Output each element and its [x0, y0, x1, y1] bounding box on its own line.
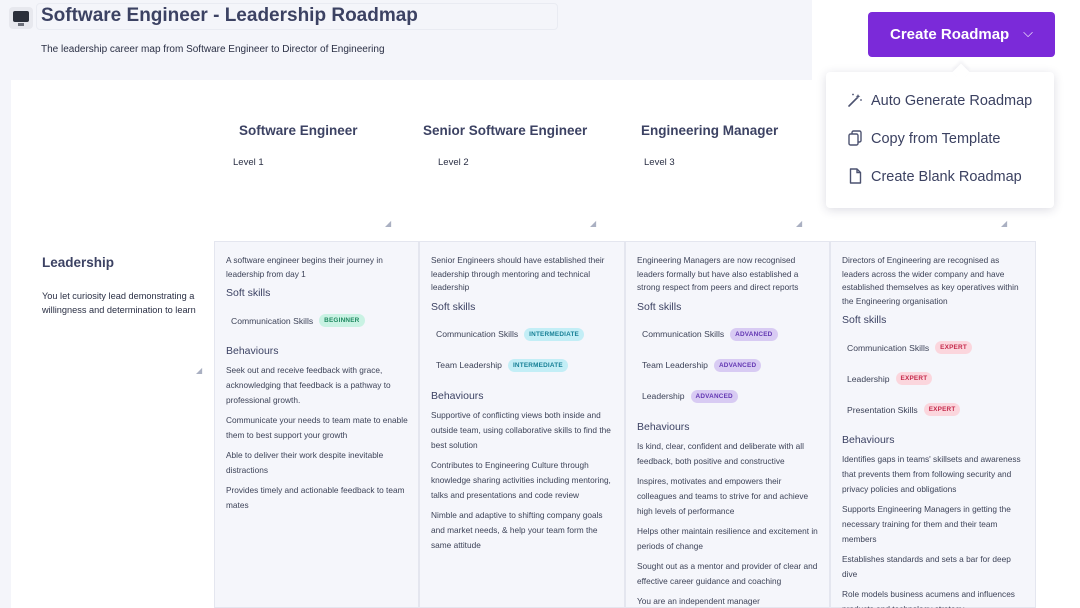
menu-item-label: Create Blank Roadmap — [871, 169, 1022, 185]
behaviour-item: Nimble and adaptive to shifting company … — [431, 509, 603, 550]
skill-level-badge: EXPERT — [935, 341, 972, 354]
column-title-3: Engineering Manager — [641, 123, 779, 138]
behaviour-item: Supports Engineering Managers in getting… — [842, 504, 1011, 544]
menu-item-auto-generate[interactable]: Auto Generate Roadmap — [826, 83, 1054, 119]
behaviours-heading: Behaviours — [637, 420, 690, 433]
roadmap-cell-3[interactable]: Engineering Managers are now recognised … — [625, 241, 830, 608]
skill-item: Communication Skills BEGINNER — [226, 305, 410, 336]
menu-item-create-blank[interactable]: Create Blank Roadmap — [826, 159, 1054, 195]
app-icon — [9, 7, 33, 29]
row-description[interactable]: You let curiosity lead demonstrating a w… — [42, 289, 212, 317]
column-level-2[interactable]: Level 2 — [438, 157, 469, 168]
soft-skills-heading: Soft skills — [431, 300, 476, 313]
behaviour-item: Communicate your needs to team mate to e… — [226, 415, 408, 440]
skill-item: Team Leadership ADVANCED — [637, 350, 821, 381]
behaviour-item: Supportive of conflicting views both ins… — [431, 409, 611, 450]
menu-item-copy-template[interactable]: Copy from Template — [826, 121, 1054, 157]
menu-item-label: Auto Generate Roadmap — [871, 93, 1033, 109]
resize-handle-icon[interactable]: ◢ — [590, 219, 596, 228]
column-level-3[interactable]: Level 3 — [644, 157, 675, 168]
skill-item: Presentation Skills EXPERT — [842, 394, 1027, 425]
skill-item: Leadership ADVANCED — [637, 381, 821, 412]
skill-name: Team Leadership — [642, 360, 708, 370]
column-title-2: Senior Software Engineer — [423, 123, 588, 138]
skill-item: Communication Skills INTERMEDIATE — [431, 319, 616, 350]
create-roadmap-menu: Auto Generate Roadmap Copy from Template… — [826, 72, 1054, 208]
resize-handle-icon[interactable]: ◢ — [196, 366, 202, 375]
skill-item: Team Leadership INTERMEDIATE — [431, 350, 616, 381]
cell-intro: Engineering Managers are now recognised … — [637, 255, 799, 292]
behaviour-item: Role models business acumens and influen… — [842, 589, 1015, 608]
roadmap-cell-4[interactable]: Directors of Engineering are recognised … — [830, 241, 1036, 608]
behaviour-item: Establishes standards and sets a bar for… — [842, 554, 1011, 579]
copy-icon — [845, 129, 865, 149]
skill-item: Communication Skills ADVANCED — [637, 319, 821, 350]
column-title-1: Software Engineer — [239, 123, 358, 138]
behaviour-item: Is kind, clear, confident and deliberate… — [637, 440, 804, 466]
page-subtitle: The leadership career map from Software … — [41, 44, 385, 55]
skill-item: Communication Skills EXPERT — [842, 332, 1027, 363]
behaviour-item: Provides timely and actionable feedback … — [226, 485, 405, 510]
skill-name: Leadership — [847, 373, 890, 384]
behaviours-heading: Behaviours — [431, 389, 484, 402]
skill-name: Communication Skills — [847, 342, 930, 353]
skill-level-badge: ADVANCED — [713, 358, 762, 372]
cell-intro: Directors of Engineering are recognised … — [842, 255, 1019, 306]
skill-name: Leadership — [642, 391, 685, 401]
skill-name: Team Leadership — [436, 360, 502, 370]
magic-wand-icon — [845, 92, 865, 111]
soft-skills-heading: Soft skills — [842, 314, 887, 326]
skill-level-badge: BEGINNER — [319, 314, 365, 327]
resize-handle-icon[interactable]: ◢ — [1001, 219, 1007, 228]
soft-skills-heading: Soft skills — [226, 287, 271, 299]
column-level-1[interactable]: Level 1 — [233, 157, 264, 168]
monitor-stand — [18, 23, 24, 26]
row-title: Leadership — [42, 255, 115, 270]
create-roadmap-label: Create Roadmap — [890, 26, 1010, 43]
skill-name: Communication Skills — [642, 329, 725, 339]
skill-level-badge: ADVANCED — [730, 327, 778, 341]
resize-handle-icon[interactable]: ◢ — [385, 219, 391, 228]
skill-name: Presentation Skills — [847, 404, 918, 415]
behaviour-item: You are an independent manager — [637, 595, 760, 606]
skill-name: Communication Skills — [436, 329, 519, 339]
behaviour-item: Helps other maintain resilience and exci… — [637, 525, 818, 551]
chevron-down-icon: ⌵ — [1023, 25, 1033, 40]
page-title[interactable]: Software Engineer - Leadership Roadmap — [41, 5, 418, 27]
skill-name: Communication Skills — [231, 315, 314, 326]
behaviour-item: Inspires, motivates and empowers their c… — [637, 475, 809, 516]
soft-skills-heading: Soft skills — [637, 300, 682, 313]
skill-level-badge: INTERMEDIATE — [507, 358, 568, 372]
skill-level-badge: EXPERT — [923, 403, 961, 416]
behaviours-heading: Behaviours — [842, 434, 895, 446]
monitor-icon — [13, 11, 29, 22]
create-roadmap-button[interactable]: Create Roadmap ⌵ — [868, 12, 1055, 57]
skill-item: Leadership EXPERT — [842, 363, 1027, 394]
behaviour-item: Identifies gaps in teams' skillsets and … — [842, 454, 1021, 494]
skill-level-badge: ADVANCED — [690, 389, 738, 403]
behaviour-item: Contributes to Engineering Culture throu… — [431, 459, 611, 500]
behaviour-item: Seek out and receive feedback with grace… — [226, 365, 391, 405]
cell-intro: A software engineer begins their journey… — [226, 255, 383, 279]
roadmap-cell-1[interactable]: A software engineer begins their journey… — [214, 241, 419, 608]
cell-intro: Senior Engineers should have established… — [431, 255, 605, 292]
menu-item-label: Copy from Template — [871, 131, 1001, 147]
document-icon — [845, 167, 865, 187]
skill-level-badge: EXPERT — [895, 372, 933, 385]
behaviour-item: Sought out as a mentor and provider of c… — [637, 560, 818, 586]
behaviour-item: Able to deliver their work despite inevi… — [226, 450, 384, 475]
roadmap-cell-2[interactable]: Senior Engineers should have established… — [419, 241, 625, 608]
behaviours-heading: Behaviours — [226, 345, 279, 357]
resize-handle-icon[interactable]: ◢ — [796, 219, 802, 228]
skill-level-badge: INTERMEDIATE — [524, 327, 585, 341]
